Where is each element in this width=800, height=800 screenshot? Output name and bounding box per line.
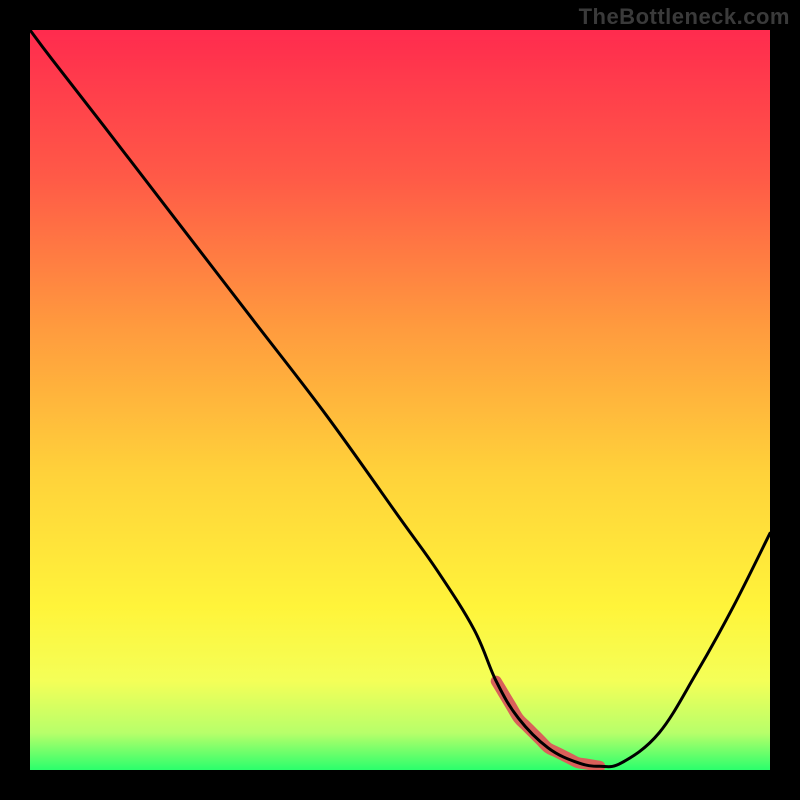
gradient-background <box>30 30 770 770</box>
bottleneck-chart <box>30 30 770 770</box>
chart-frame: TheBottleneck.com <box>0 0 800 800</box>
plot-area <box>30 30 770 770</box>
watermark-text: TheBottleneck.com <box>579 4 790 30</box>
